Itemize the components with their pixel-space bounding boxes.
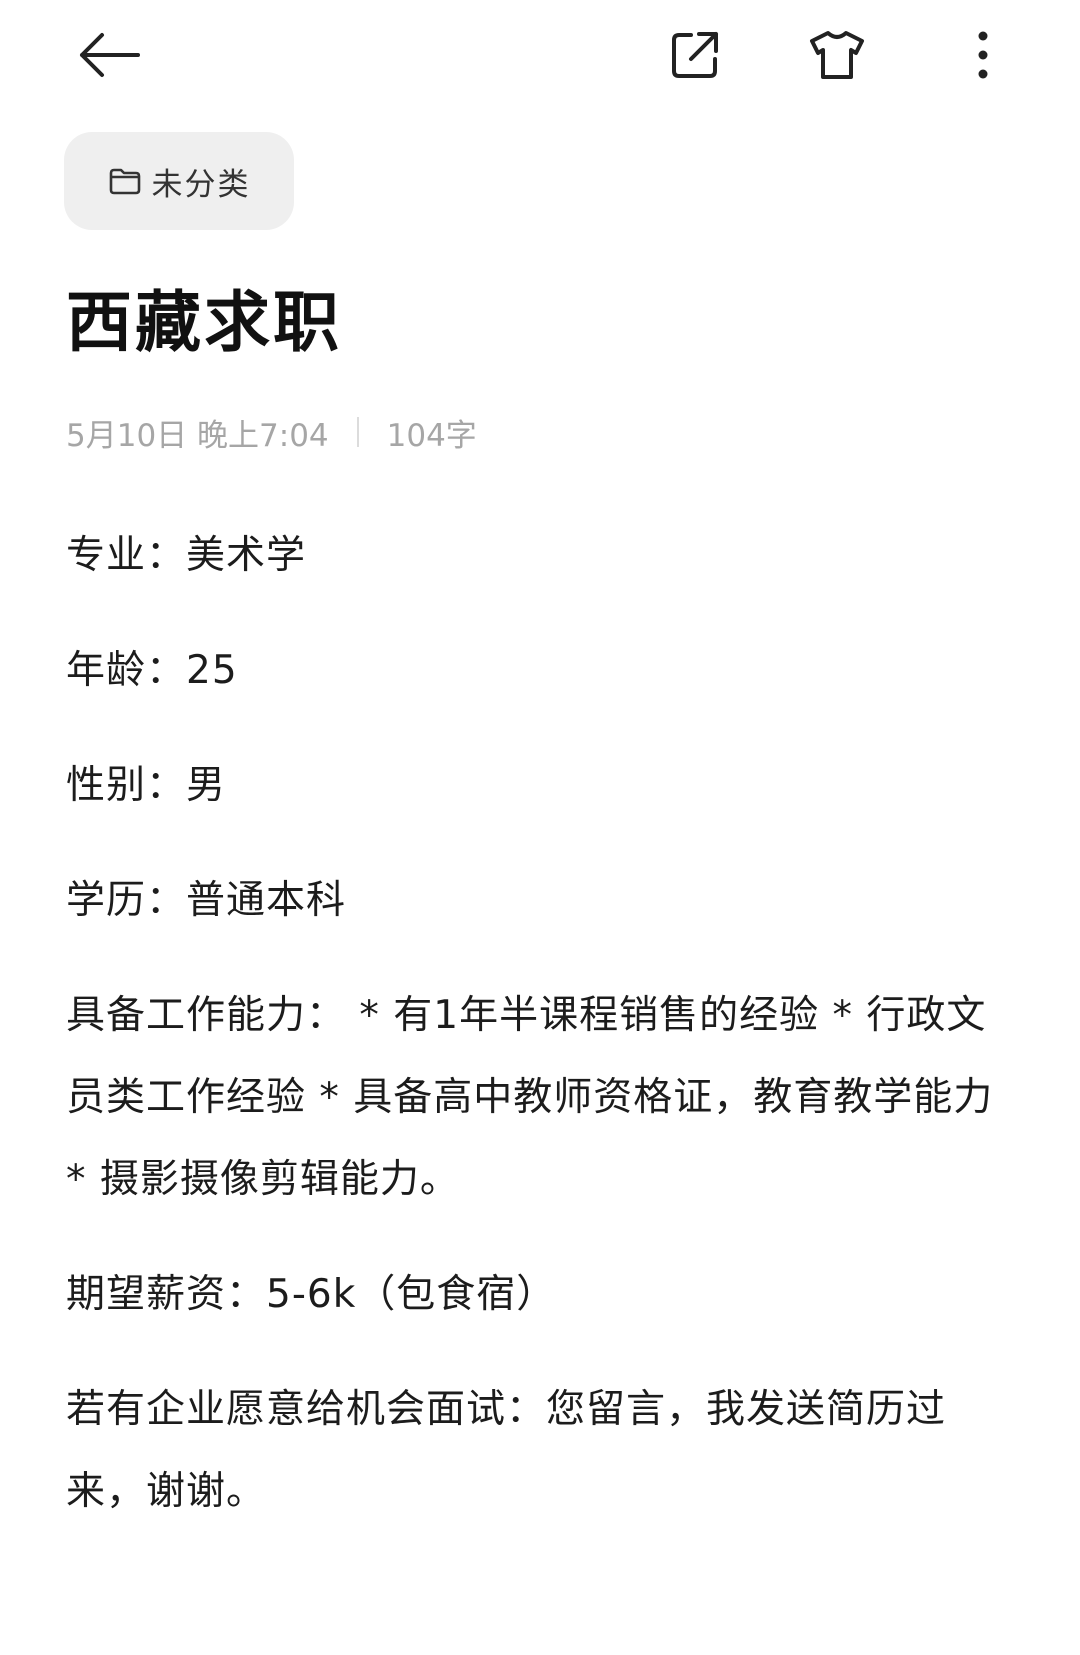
paragraph-education: 学历：普通本科 bbox=[66, 878, 347, 923]
paragraph-major: 专业：美术学 bbox=[66, 533, 307, 578]
more-options-button[interactable] bbox=[943, 15, 1023, 95]
note-title[interactable]: 西藏求职 bbox=[66, 283, 342, 363]
paragraph-salary: 期望薪资：5-6k（包食宿） bbox=[66, 1272, 557, 1317]
note-meta: 5月10日 晚上7:04 104字 bbox=[66, 410, 477, 454]
category-chip[interactable]: 未分类 bbox=[64, 132, 294, 230]
note-date: 5月10日 晚上7:04 bbox=[66, 417, 329, 454]
arrow-left-icon bbox=[80, 33, 140, 77]
back-button[interactable] bbox=[68, 15, 148, 95]
external-share-icon bbox=[672, 32, 718, 78]
theme-skin-button[interactable] bbox=[797, 15, 877, 95]
tshirt-icon bbox=[810, 31, 864, 79]
paragraph-age: 年龄：25 bbox=[66, 648, 238, 693]
paragraph-abilities: 具备工作能力： * 有1年半课程销售的经验 * 行政文员类工作经验 * 具备高中… bbox=[66, 993, 994, 1202]
paragraph-contact: 若有企业愿意给机会面试：您留言，我发送简历过来，谢谢。 bbox=[66, 1387, 947, 1514]
category-label: 未分类 bbox=[151, 166, 251, 203]
paragraph-gender: 性别：男 bbox=[66, 763, 227, 808]
folder-icon bbox=[108, 164, 142, 198]
more-vertical-icon bbox=[978, 31, 988, 79]
share-button[interactable] bbox=[655, 15, 735, 95]
meta-divider bbox=[356, 417, 359, 447]
note-body[interactable]: 专业：美术学 年龄：25 性别：男 学历：普通本科 具备工作能力： * 有1年半… bbox=[66, 515, 1016, 1566]
word-count: 104字 bbox=[386, 417, 477, 454]
top-toolbar bbox=[0, 0, 1080, 110]
